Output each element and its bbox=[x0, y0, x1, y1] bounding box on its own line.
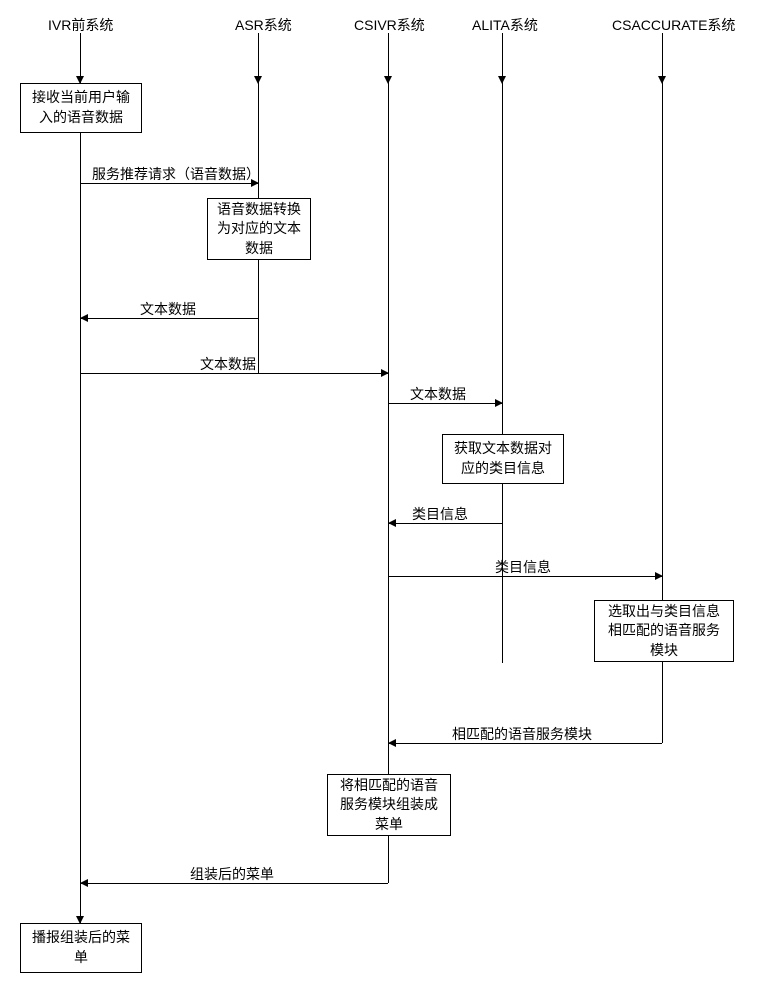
msg-service-request: 服务推荐请求（语音数据） bbox=[92, 164, 260, 184]
arrow-down-icon bbox=[388, 33, 389, 83]
arrow-down-icon bbox=[662, 33, 663, 83]
arrow-left-icon bbox=[389, 523, 502, 524]
arrow-right-icon bbox=[81, 183, 258, 184]
box-select-module: 选取出与类目信息 相匹配的语音服务 模块 bbox=[594, 600, 734, 662]
lifeline-csivr bbox=[388, 83, 389, 883]
box-broadcast-menu: 播报组装后的菜 单 bbox=[20, 923, 142, 973]
arrow-down-icon bbox=[502, 33, 503, 83]
box-get-category: 获取文本数据对 应的类目信息 bbox=[442, 434, 564, 484]
participant-ivr: IVR前系统 bbox=[48, 15, 113, 35]
box-assemble-menu: 将相匹配的语音 服务模块组装成 菜单 bbox=[327, 774, 451, 836]
participant-csaccurate: CSACCURATE系统 bbox=[612, 15, 735, 35]
arrow-left-icon bbox=[81, 318, 258, 319]
arrow-right-icon bbox=[389, 576, 662, 577]
participant-alita: ALITA系统 bbox=[472, 15, 538, 35]
arrow-down-icon bbox=[258, 33, 259, 83]
msg-menu-return: 组装后的菜单 bbox=[190, 864, 274, 884]
arrow-right-icon bbox=[389, 403, 502, 404]
arrow-down-icon bbox=[80, 33, 81, 83]
arrow-down-icon bbox=[80, 883, 81, 923]
msg-text-data-fwd: 文本数据 bbox=[200, 354, 256, 374]
arrow-left-icon bbox=[81, 883, 388, 884]
arrow-left-icon bbox=[389, 743, 662, 744]
box-receive-voice: 接收当前用户输 入的语音数据 bbox=[20, 83, 142, 133]
box-voice-to-text: 语音数据转换 为对应的文本 数据 bbox=[207, 198, 311, 260]
msg-text-data-return: 文本数据 bbox=[140, 299, 196, 319]
msg-category-return: 类目信息 bbox=[412, 504, 468, 524]
participant-csivr: CSIVR系统 bbox=[354, 15, 425, 35]
lifeline-ivr bbox=[80, 83, 81, 923]
arrow-right-icon bbox=[81, 373, 388, 374]
msg-text-data-alita: 文本数据 bbox=[410, 384, 466, 404]
msg-module-return: 相匹配的语音服务模块 bbox=[452, 724, 592, 744]
msg-category-fwd: 类目信息 bbox=[495, 557, 551, 577]
participant-asr: ASR系统 bbox=[235, 15, 292, 35]
